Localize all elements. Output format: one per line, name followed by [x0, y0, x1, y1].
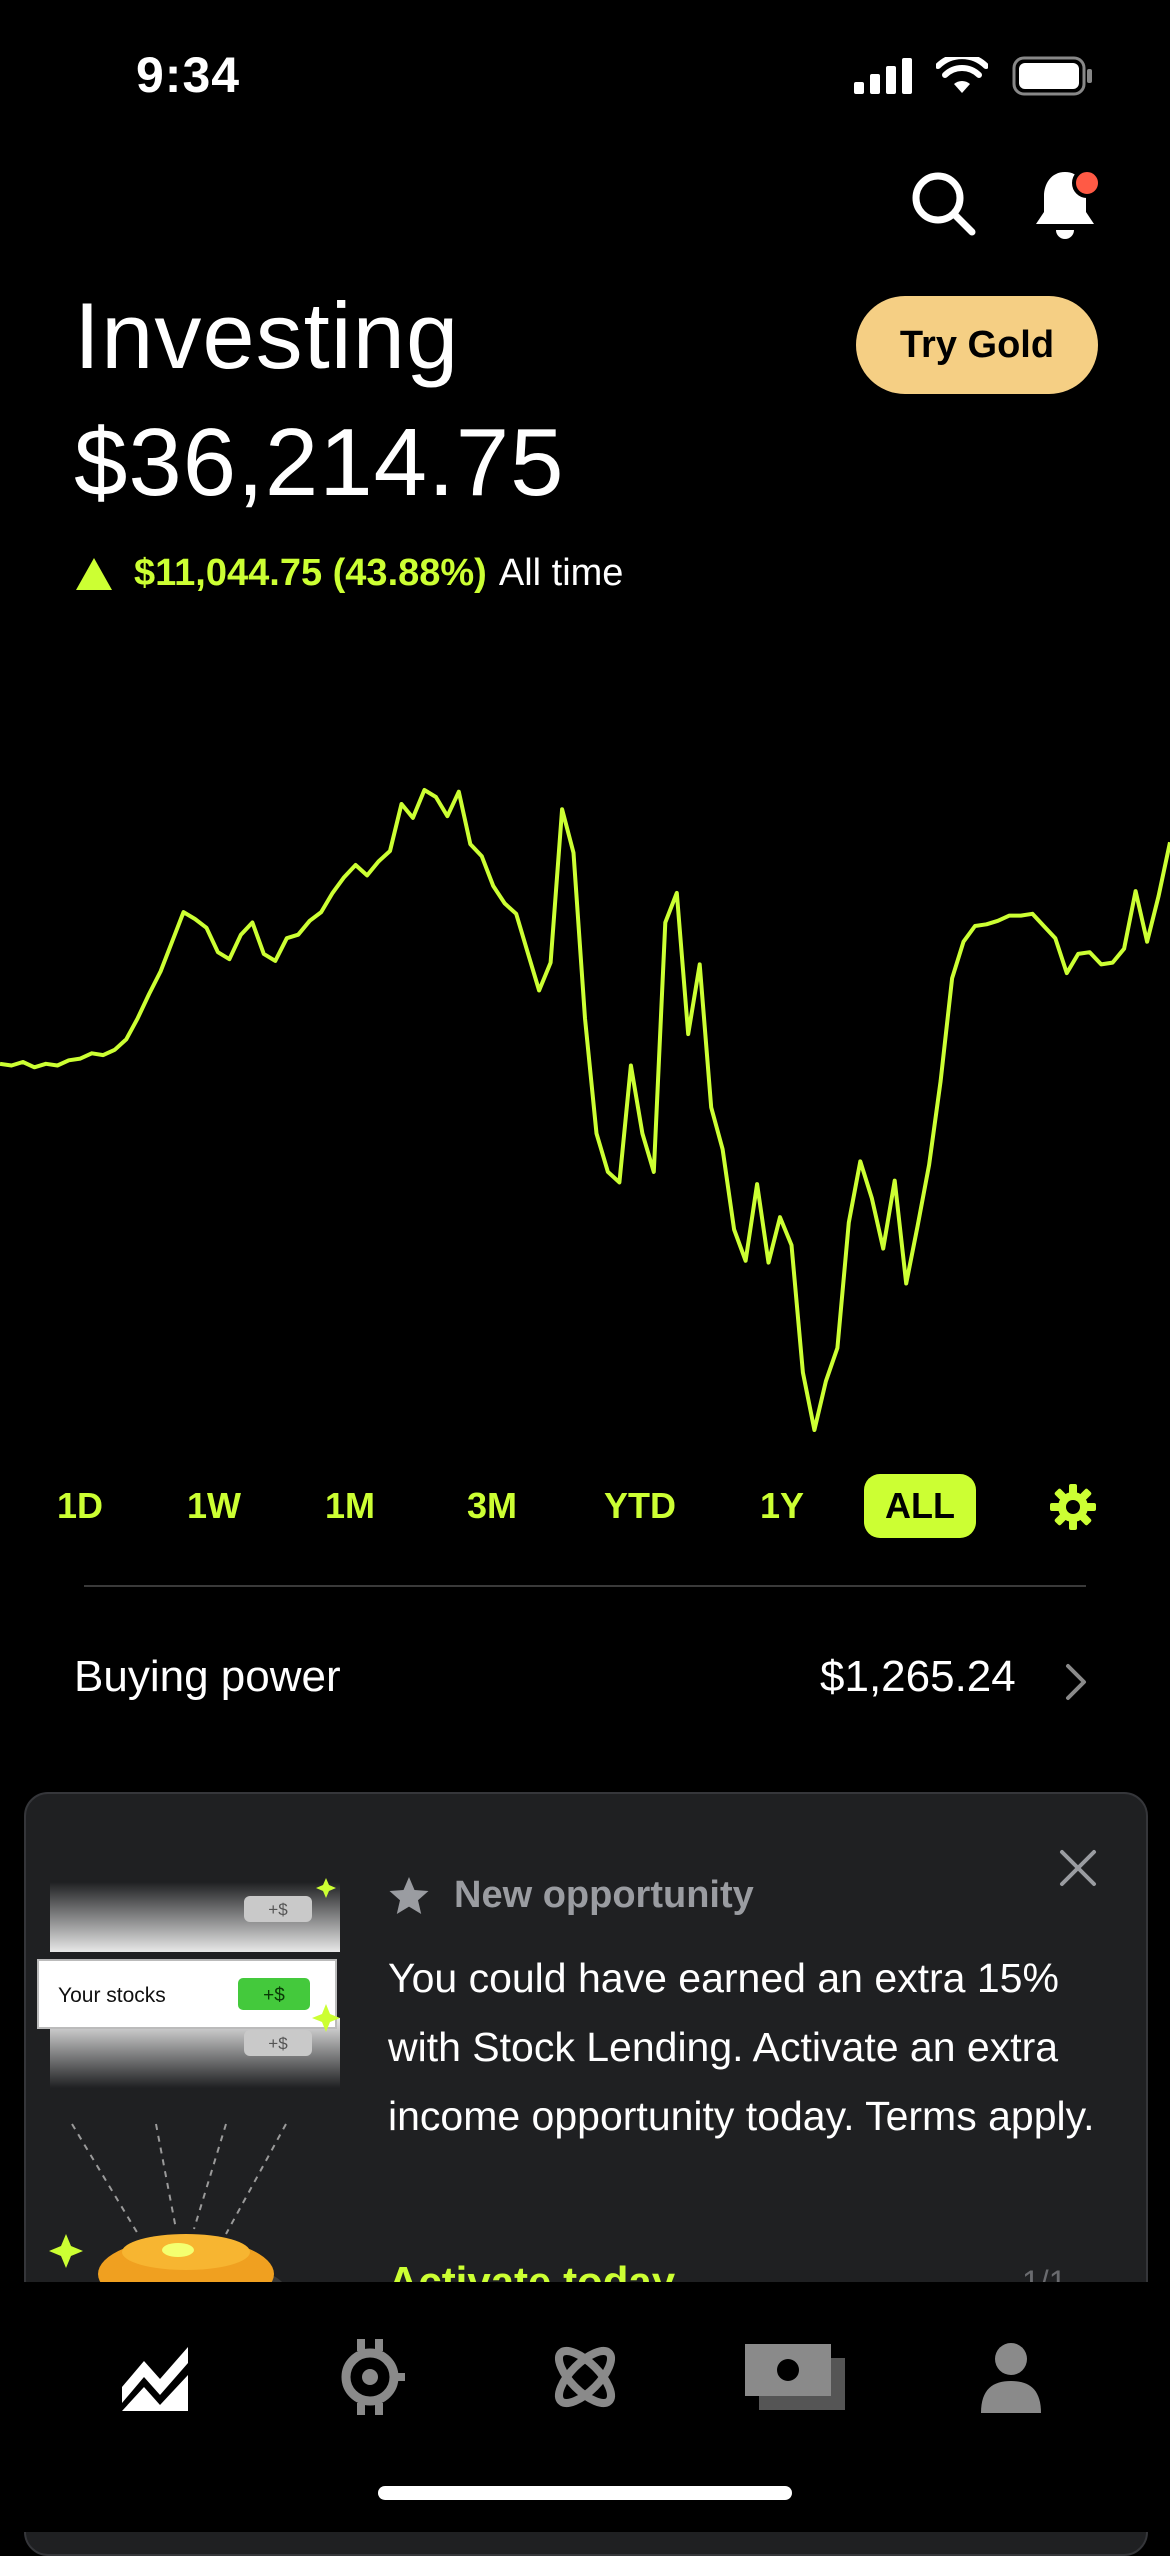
earnings-badge: +$	[263, 1985, 285, 2006]
portfolio-chart[interactable]	[0, 780, 1170, 1460]
gear-icon	[1050, 1484, 1096, 1530]
card-tag-label: New opportunity	[454, 1874, 754, 1916]
tab-account[interactable]	[956, 2322, 1066, 2432]
range-selector: 1D 1W 1M 3M YTD 1Y ALL	[0, 1474, 1170, 1538]
range-3m[interactable]: 3M	[452, 1474, 532, 1538]
divider	[84, 1585, 1086, 1587]
change-period: All time	[498, 552, 624, 594]
range-1d[interactable]: 1D	[40, 1474, 120, 1538]
signal-icon	[854, 58, 912, 94]
your-stocks-label: Your stocks	[58, 1984, 166, 2007]
portfolio-value: $36,214.75	[74, 409, 565, 516]
tab-investing[interactable]	[100, 2322, 210, 2432]
ghost-badge-top: +$	[268, 1900, 288, 1919]
search-button[interactable]	[908, 168, 978, 238]
change-row: $11,044.75 (43.88%) All time	[76, 552, 623, 595]
try-gold-button[interactable]: Try Gold	[856, 296, 1098, 394]
search-icon	[912, 172, 976, 236]
tab-bar	[0, 2282, 1170, 2532]
range-all[interactable]: ALL	[864, 1474, 976, 1538]
tab-crypto[interactable]	[315, 2322, 425, 2432]
chart-line	[0, 788, 1170, 1432]
stock-lending-illustration: +$ +$ Your stocks +$	[37, 1878, 340, 2328]
wifi-icon	[936, 57, 988, 93]
buying-power-label[interactable]: Buying power	[74, 1652, 341, 1702]
ghost-badge-bottom: +$	[268, 2034, 288, 2053]
up-arrow-icon	[76, 557, 112, 590]
notification-dot	[1072, 168, 1102, 198]
notifications-button[interactable]	[1030, 164, 1102, 244]
home-indicator	[378, 2486, 792, 2500]
chart-icon	[122, 2347, 188, 2411]
chart-settings-button[interactable]	[1050, 1484, 1096, 1530]
card-body: You could have earned an extra 15% with …	[388, 1955, 1095, 2139]
status-icons	[854, 56, 1094, 96]
tab-explore[interactable]	[530, 2322, 640, 2432]
battery-icon	[1012, 56, 1092, 96]
buying-power-value[interactable]: $1,265.24	[820, 1652, 1016, 1702]
status-time: 9:34	[136, 47, 241, 103]
crypto-icon	[341, 2339, 405, 2415]
page-title: Investing	[74, 283, 460, 388]
card-tag: New opportunity	[388, 1874, 754, 1917]
cash-icon	[745, 2344, 845, 2410]
range-1y[interactable]: 1Y	[742, 1474, 822, 1538]
tab-cash[interactable]	[740, 2322, 850, 2432]
range-1w[interactable]: 1W	[174, 1474, 254, 1538]
star-icon	[389, 1876, 429, 1914]
change-value: $11,044.75 (43.88%)	[134, 552, 487, 594]
chevron-right-icon[interactable]	[1062, 1660, 1090, 1704]
account-icon	[981, 2343, 1041, 2413]
range-ytd[interactable]: YTD	[590, 1474, 690, 1538]
close-icon[interactable]	[1056, 1846, 1100, 1890]
atom-icon	[555, 2347, 615, 2407]
range-1m[interactable]: 1M	[310, 1474, 390, 1538]
